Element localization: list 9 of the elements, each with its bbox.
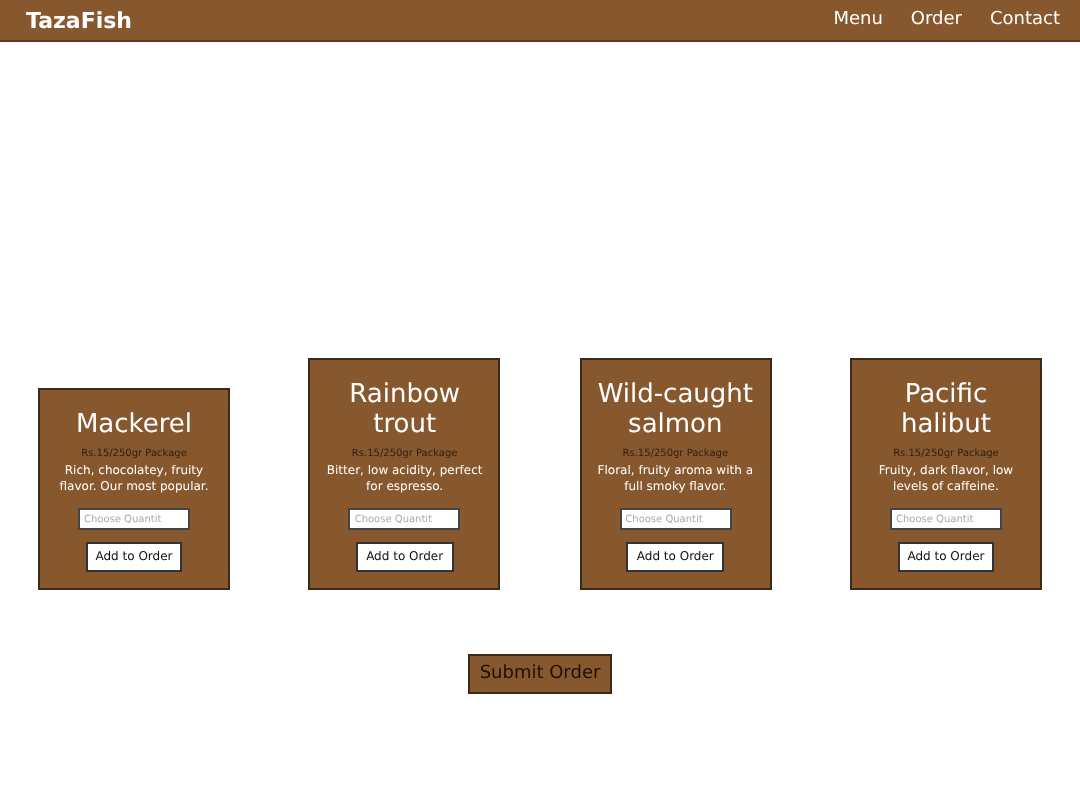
product-name: Rainbow trout [347,379,463,442]
nav-link[interactable]: Order [910,10,962,30]
product-name: Pacific halibut [898,379,993,442]
product-name: Mackerel [73,410,195,442]
nav-link[interactable]: Menu [833,10,883,30]
brand-name[interactable]: TazaFish [26,7,132,33]
nav-link[interactable]: Contact [989,10,1060,30]
submit-order-button[interactable]: Submit Order [467,654,613,694]
product-name: Wild-caught salmon [595,379,755,442]
